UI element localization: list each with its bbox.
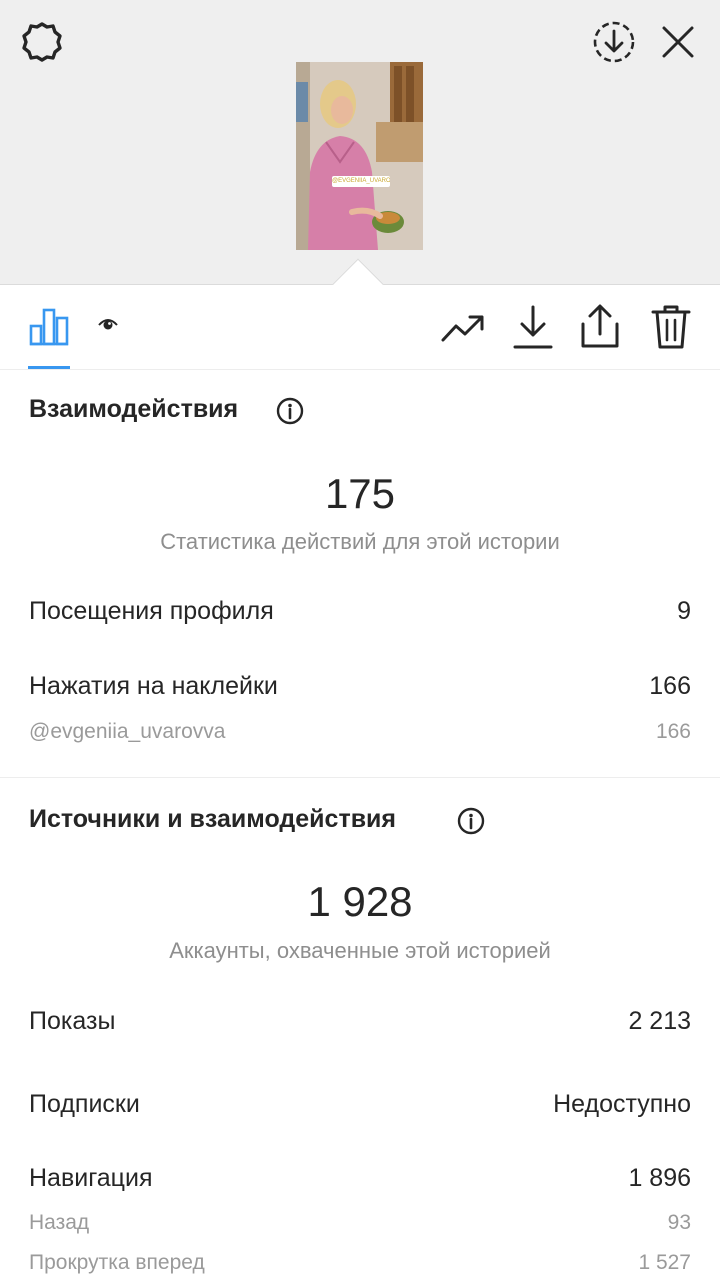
navigation-row: Навигация 1 896 [29,1164,691,1193]
row-value: 1 527 [638,1251,691,1274]
download-icon[interactable] [512,304,554,350]
insights-icon[interactable] [28,306,70,346]
active-tab-indicator [28,366,70,369]
discovery-total: 1 928 [307,878,413,925]
row-value: 9 [677,597,691,625]
row-label: Показы [29,1007,116,1035]
row-value: 1 896 [628,1164,691,1192]
row-label: Посещения профиля [29,597,274,625]
settings-icon[interactable] [18,18,66,66]
impressions-row: Показы 2 213 [29,1007,691,1036]
close-icon[interactable] [656,20,700,64]
row-label: Подписки [29,1090,140,1118]
story-mention-sticker: @EVGENIIA_UVAROVVA [332,176,390,187]
story-image [296,62,423,250]
sticker-taps-row: Нажатия на наклейки 166 [29,672,691,701]
row-value: 93 [667,1211,691,1234]
story-preview-area: @EVGENIIA_UVAROVVA [0,0,720,284]
row-label: Нажатия на наклейки [29,672,278,700]
insights-panel [0,284,720,1280]
row-value: Недоступно [553,1090,691,1118]
interactions-caption: Статистика действий для этой истории [160,529,560,554]
row-label: @evgeniia_uvarovva [29,720,226,743]
row-label: Навигация [29,1164,153,1192]
interactions-info-icon[interactable] [276,397,304,425]
interactions-total: 175 [324,470,396,517]
row-value: 2 213 [628,1007,691,1035]
insights-toolbar [0,284,720,370]
promote-icon[interactable] [440,310,486,346]
discovery-section-title: Источники и взаимодействия [29,805,397,833]
discovery-caption: Аккаунты, охваченные этой историей [169,938,551,963]
save-story-icon[interactable] [590,18,638,66]
viewers-icon[interactable] [98,316,118,332]
forward-row: Прокрутка вперед 1 527 [29,1251,691,1275]
row-label: Назад [29,1211,90,1234]
discovery-info-icon[interactable] [457,807,485,835]
section-divider [0,777,720,778]
story-thumbnail[interactable]: @EVGENIIA_UVAROVVA [296,62,423,250]
row-label: Прокрутка вперед [29,1251,205,1274]
sticker-mention-row: @evgeniia_uvarovva 166 [29,720,691,744]
follows-row: Подписки Недоступно [29,1090,691,1119]
back-row: Назад 93 [29,1211,691,1235]
profile-visits-row: Посещения профиля 9 [29,597,691,626]
share-icon[interactable] [578,302,622,350]
row-value: 166 [649,672,691,700]
interactions-section-title: Взаимодействия [29,395,239,423]
row-value: 166 [655,720,691,743]
trash-icon[interactable] [650,302,692,350]
